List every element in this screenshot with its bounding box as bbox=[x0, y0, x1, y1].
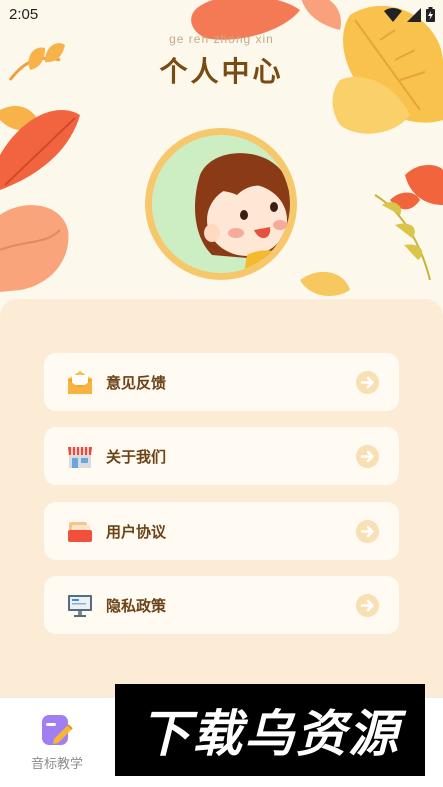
watermark-text: 下载乌资源 bbox=[140, 705, 400, 763]
battery-icon bbox=[426, 7, 435, 22]
computer-icon bbox=[68, 595, 92, 617]
shop-icon bbox=[68, 447, 92, 468]
menu-item-label: 用户协议 bbox=[106, 523, 167, 541]
avatar-image bbox=[152, 135, 290, 273]
menu-panel: 意见反馈 关于我们 用户协议 隐私政策 bbox=[0, 299, 443, 699]
mail-icon bbox=[68, 371, 92, 394]
girl-avatar-icon bbox=[152, 135, 290, 273]
status-time: 2:05 bbox=[9, 6, 39, 23]
wifi-icon bbox=[384, 7, 402, 22]
nav-item-label: 音标教学 bbox=[30, 757, 83, 772]
status-bar: 2:05 bbox=[0, 0, 443, 30]
menu-item-feedback[interactable]: 意见反馈 bbox=[44, 353, 399, 411]
page-subtitle-pinyin: ge ren zhong xin bbox=[169, 32, 274, 46]
menu-item-label: 隐私政策 bbox=[106, 597, 167, 615]
document-icon bbox=[68, 522, 92, 542]
notebook-pen-icon bbox=[42, 715, 73, 745]
header-area: ge ren zhong xin 个人中心 bbox=[0, 0, 443, 310]
menu-item-label: 意见反馈 bbox=[106, 374, 167, 392]
arrow-right-icon bbox=[356, 371, 379, 394]
arrow-right-icon bbox=[356, 445, 379, 468]
signal-icon bbox=[407, 7, 421, 22]
arrow-right-icon bbox=[356, 520, 379, 543]
page-title: 个人中心 bbox=[159, 55, 284, 88]
nav-item-phonetics[interactable]: 音标教学 bbox=[22, 713, 92, 772]
menu-item-label: 关于我们 bbox=[106, 448, 167, 466]
arrow-right-icon bbox=[356, 594, 379, 617]
watermark-overlay: 下载乌资源 bbox=[115, 684, 425, 776]
menu-item-user-agreement[interactable]: 用户协议 bbox=[44, 502, 399, 560]
menu-item-privacy-policy[interactable]: 隐私政策 bbox=[44, 576, 399, 634]
avatar[interactable] bbox=[145, 128, 297, 280]
menu-item-about-us[interactable]: 关于我们 bbox=[44, 427, 399, 485]
profile-page: ge ren zhong xin 个人中心 2:05 意见反馈 关于我们 用户协… bbox=[0, 0, 443, 787]
status-icons bbox=[384, 7, 435, 22]
